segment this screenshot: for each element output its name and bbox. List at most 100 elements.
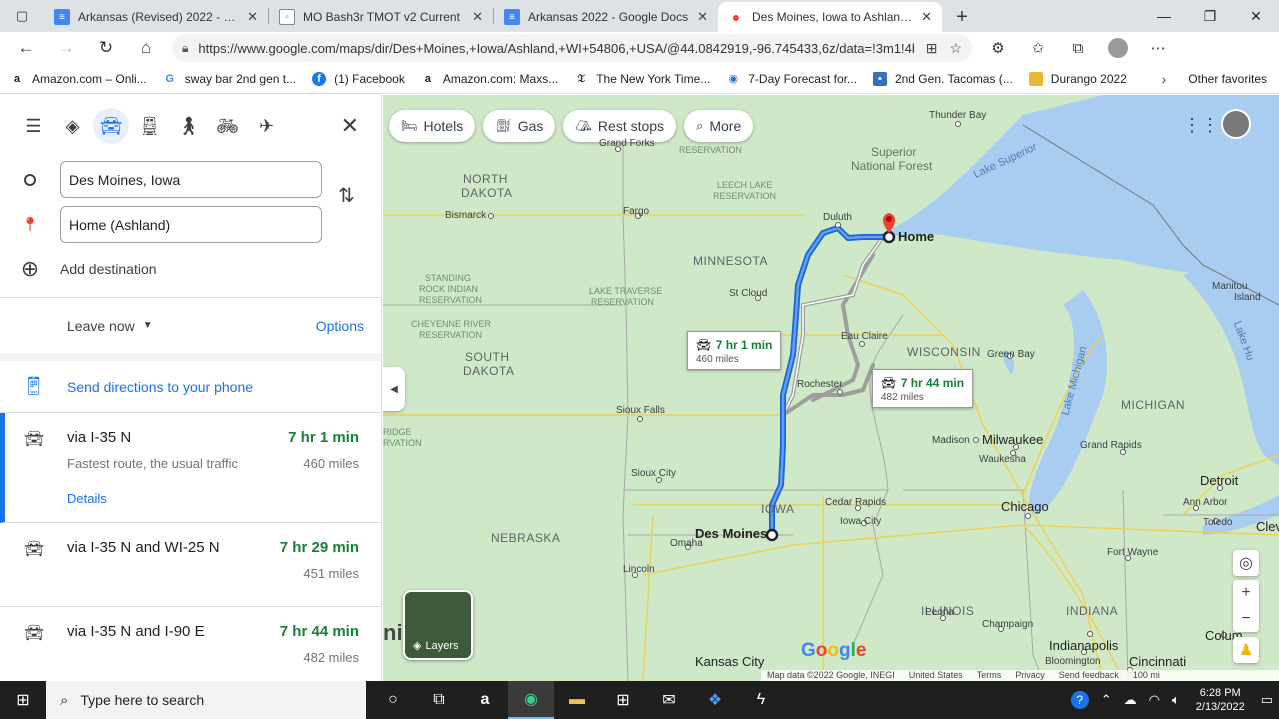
weather-tray-icon[interactable]: ☁ (1124, 692, 1137, 708)
cycling-icon[interactable]: 🚲︎ (208, 108, 247, 144)
map-label-des-moines[interactable]: Des Moines (695, 526, 767, 541)
zoom-in-icon[interactable]: + (1233, 580, 1259, 606)
map-canvas[interactable]: 🛏︎ Hotels ⛽︎ Gas ⛺︎ Rest stops ⌕ More ⋮⋮⋮ ◀ … (383, 95, 1279, 681)
windows-start-icon[interactable]: ⊞ (0, 681, 46, 719)
mail-icon[interactable]: ✉ (646, 681, 692, 719)
flight-icon[interactable]: ✈ (247, 108, 286, 144)
terms-link[interactable]: Terms (977, 670, 1002, 681)
wifi-icon[interactable]: ◠ (1149, 692, 1160, 708)
more-chip[interactable]: ⌕ More (684, 110, 754, 142)
favorites-icon[interactable]: ✩ (1018, 32, 1058, 64)
extensions-icon[interactable]: ⚙ (978, 32, 1018, 64)
hotels-chip[interactable]: 🛏︎ Hotels (389, 110, 476, 142)
route-option-selected[interactable]: 🚘︎ via I-35 N7 hr 1 min Fastest route, t… (0, 413, 381, 523)
file-explorer-icon[interactable]: ▬ (554, 681, 600, 719)
browser-tab[interactable]: ▫ MO Bash3r TMOT v2 Current ✕ (269, 2, 493, 32)
lightning-app-icon[interactable]: ϟ (738, 681, 784, 719)
lock-icon[interactable]: 🔒︎ (182, 41, 188, 56)
leave-now-dropdown[interactable]: Leave now (67, 318, 135, 334)
address-bar[interactable]: 🔒︎ https://www.google.com/maps/dir/Des+M… (172, 34, 972, 62)
swap-icon[interactable]: ⇅ (338, 183, 355, 208)
menu-icon[interactable]: ☰ (14, 108, 53, 144)
cortana-icon[interactable]: ○ (370, 681, 416, 719)
task-view-icon[interactable]: ⧉ (416, 681, 462, 719)
refresh-icon[interactable]: ↻ (86, 32, 126, 64)
my-location-icon[interactable]: ◎ (1233, 550, 1259, 576)
bookmark[interactable]: f (1) Facebook (312, 71, 405, 86)
plus-circle-icon: ⊕ (20, 256, 40, 281)
split-screen-icon[interactable]: ⊞ (926, 40, 938, 57)
pegman-icon[interactable]: ♟ (1233, 637, 1259, 663)
volume-icon[interactable]: 🔈︎ (1172, 692, 1180, 708)
bookmark[interactable]: 𝔗 The New York Time... (574, 71, 711, 86)
nyt-icon: 𝔗 (577, 71, 585, 85)
destination-input[interactable]: Home (Ashland) (60, 206, 322, 243)
taskbar-search[interactable]: ⌕ Type here to search (46, 681, 366, 719)
region-link[interactable]: United States (909, 670, 963, 681)
bookmark[interactable]: ◉ 7-Day Forecast for... (726, 72, 857, 86)
details-link[interactable]: Details (67, 491, 359, 522)
browser-tab-active[interactable]: ● Des Moines, Iowa to Ashland, WI ✕ (718, 2, 942, 32)
collections-icon[interactable]: ⧉ (1058, 32, 1098, 64)
layers-button[interactable]: ◈ Layers (403, 590, 473, 660)
scale-bar[interactable]: 100 mi (1133, 670, 1160, 681)
bookmark[interactable]: Gsway bar 2nd gen t... (163, 72, 296, 86)
close-icon[interactable]: ✕ (697, 9, 708, 25)
notifications-icon[interactable]: ▭ (1261, 692, 1273, 708)
close-directions-icon[interactable]: ✕ (341, 113, 359, 139)
close-icon[interactable]: ✕ (472, 9, 483, 25)
new-tab-icon[interactable]: + (942, 2, 982, 32)
more-menu-icon[interactable]: ⋯ (1138, 32, 1178, 64)
back-icon[interactable]: ← (6, 32, 46, 64)
dropbox-icon[interactable]: ❖ (692, 681, 738, 719)
favorite-star-icon[interactable]: ☆ (949, 40, 962, 57)
amazon-app-icon[interactable]: a (462, 681, 508, 719)
store-icon[interactable]: ⊞ (600, 681, 646, 719)
options-button[interactable]: Options (316, 318, 364, 334)
best-route-icon[interactable]: ◈ (53, 108, 92, 144)
restore-icon[interactable]: ❐ (1187, 0, 1233, 32)
send-feedback-link[interactable]: Send feedback (1059, 670, 1119, 681)
profile-icon[interactable] (1098, 32, 1138, 64)
primary-route-box[interactable]: 🚘︎ 7 hr 1 min 460 miles (687, 331, 782, 370)
home-icon[interactable]: ⌂ (126, 32, 166, 64)
map-label-home[interactable]: Home (898, 229, 934, 244)
add-destination-button[interactable]: ⊕ Add destination (0, 247, 381, 291)
privacy-link[interactable]: Privacy (1015, 670, 1045, 681)
show-hidden-icons[interactable]: ⌃ (1101, 692, 1112, 708)
other-favorites[interactable]: Other favorites (1180, 72, 1267, 86)
pegman[interactable]: ♟ (1233, 637, 1259, 663)
map-label: Milwaukee (982, 432, 1044, 447)
browser-tab[interactable]: ≡ Arkansas 2022 - Google Docs ✕ (494, 2, 718, 32)
minimize-icon[interactable]: — (1141, 0, 1187, 32)
close-icon[interactable]: ✕ (921, 9, 932, 25)
my-location-button[interactable]: ◎ (1233, 550, 1259, 576)
bookmark[interactable]: a Amazon.com: Maxs... (421, 72, 558, 86)
help-icon[interactable]: ? (1070, 691, 1089, 709)
route-option[interactable]: 🚘︎ via I-35 N and I-90 E7 hr 44 min 482 … (0, 607, 381, 681)
alternate-route-box[interactable]: 🚘︎ 7 hr 44 min 482 miles (872, 369, 974, 408)
origin-input[interactable]: Des Moines, Iowa (60, 161, 322, 198)
close-icon[interactable]: ✕ (247, 9, 258, 25)
account-avatar[interactable] (1221, 109, 1251, 139)
bookmark-folder[interactable]: Durango 2022 (1028, 71, 1127, 86)
chevron-right-icon[interactable]: › (1162, 71, 1167, 87)
bookmark[interactable]: a Amazon.com – Onli... (10, 72, 147, 86)
walking-icon[interactable]: 🚶︎ (169, 108, 208, 144)
collapse-panel-button[interactable]: ◀ (383, 367, 405, 411)
transit-icon[interactable]: 🚆︎ (130, 108, 169, 144)
zoom-out-icon[interactable]: − (1233, 606, 1259, 632)
tab-actions-icon[interactable]: ▢ (0, 0, 44, 32)
send-to-phone-button[interactable]: 📱︎ Send directions to your phone (0, 361, 381, 413)
gas-chip[interactable]: ⛽︎ Gas (483, 110, 556, 142)
forward-icon[interactable]: → (46, 32, 86, 64)
close-window-icon[interactable]: ✕ (1233, 0, 1279, 32)
edge-icon[interactable]: ◉ (508, 681, 554, 719)
map-label: IOWA (761, 502, 795, 516)
clock[interactable]: 6:28 PM 2/13/2022 (1196, 686, 1245, 714)
dropdown-arrow-icon[interactable]: ▼ (143, 320, 153, 331)
browser-tab[interactable]: ≡ Arkansas (Revised) 2022 - Google ✕ (44, 2, 268, 32)
bookmark[interactable]: ▪ 2nd Gen. Tacomas (... (872, 71, 1013, 86)
driving-icon[interactable]: 🚘︎ (93, 108, 129, 144)
route-option[interactable]: 🚘︎ via I-35 N and WI-25 N7 hr 29 min 451… (0, 523, 381, 607)
